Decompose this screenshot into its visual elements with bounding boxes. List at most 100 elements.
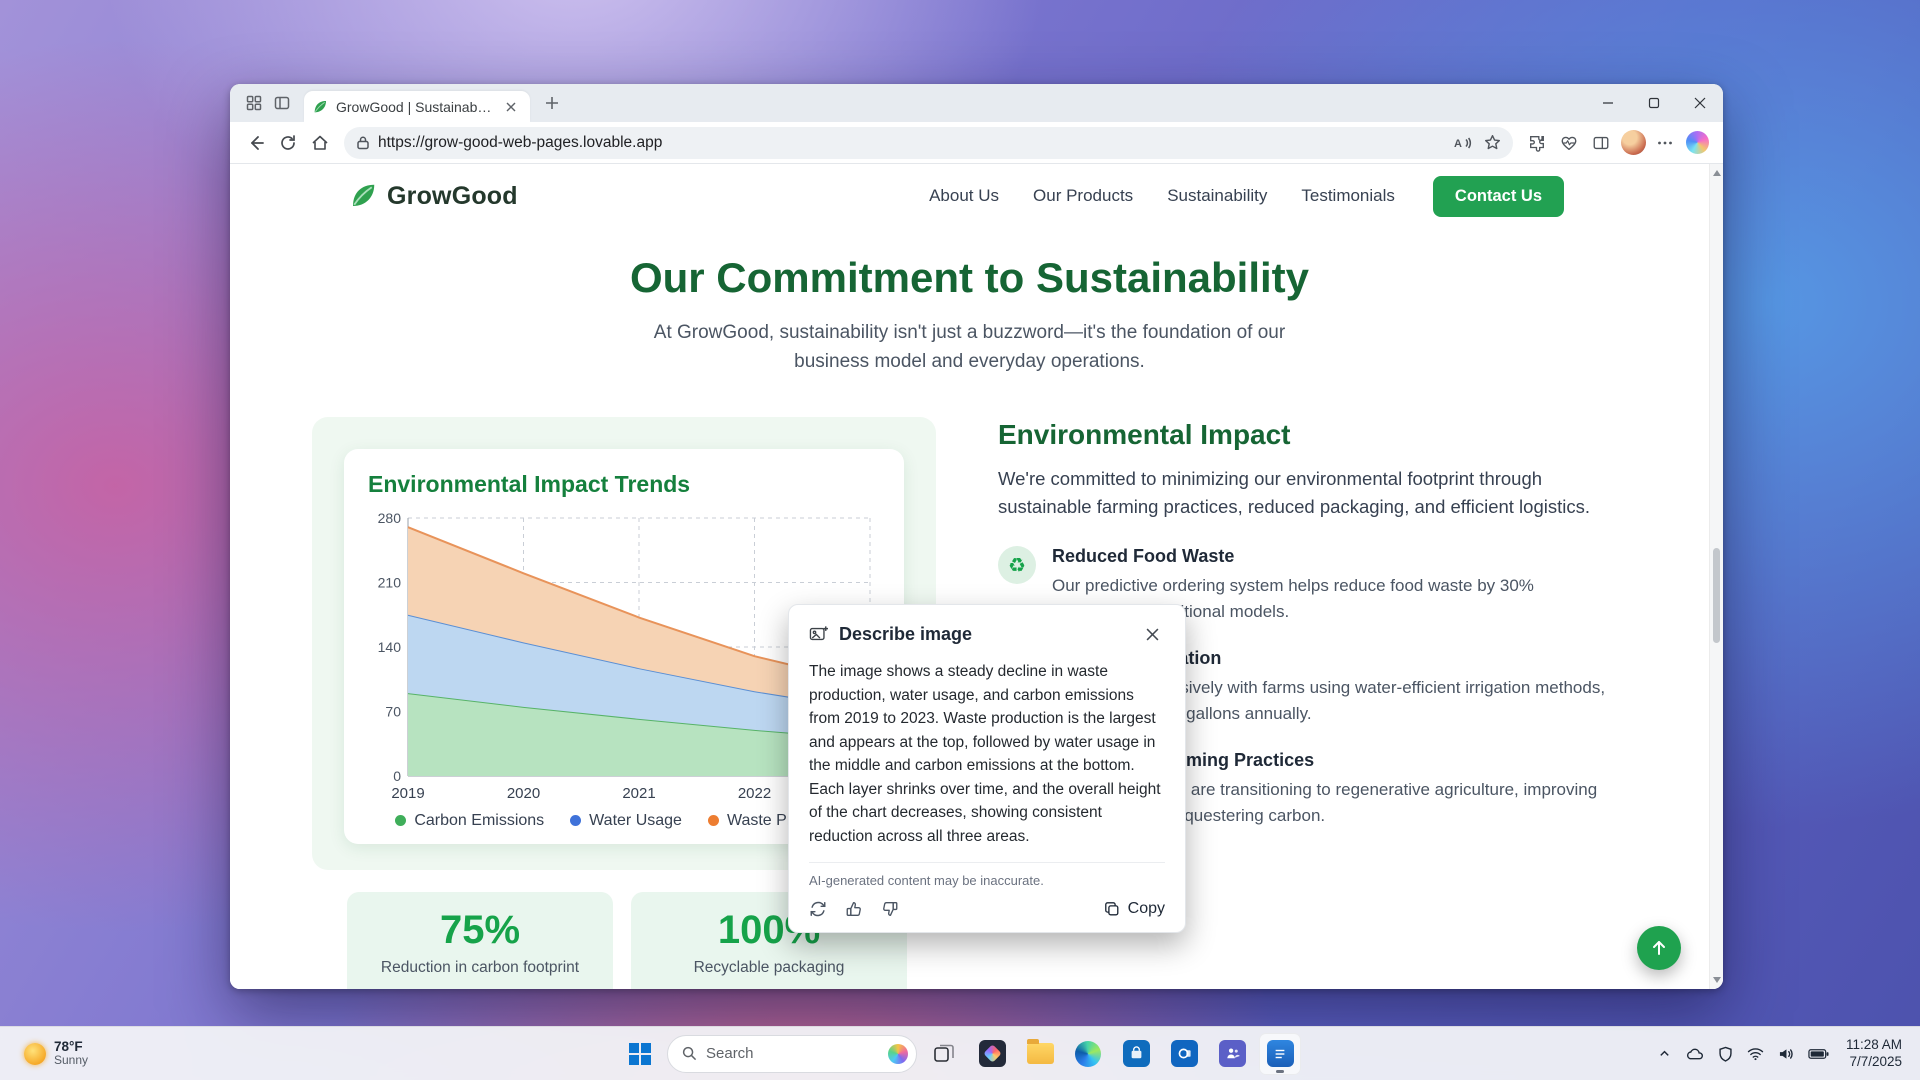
stat-label: Reduction in carbon footprint bbox=[347, 959, 613, 977]
legend-label: Carbon Emissions bbox=[414, 812, 544, 830]
nav-link-about[interactable]: About Us bbox=[929, 186, 999, 206]
feature-title: Reduced Food Waste bbox=[1052, 546, 1610, 567]
profile-avatar[interactable] bbox=[1617, 127, 1649, 159]
nav-link-products[interactable]: Our Products bbox=[1033, 186, 1133, 206]
minimize-button[interactable] bbox=[1585, 84, 1631, 122]
browser-window: GrowGood | Sustainable Agri-Foo bbox=[230, 84, 1723, 989]
legend-dot-icon bbox=[708, 815, 719, 826]
search-icon bbox=[682, 1046, 697, 1061]
back-icon[interactable] bbox=[240, 127, 272, 159]
site-logo[interactable]: GrowGood bbox=[348, 181, 518, 211]
workspaces-icon[interactable] bbox=[268, 89, 296, 117]
taskbar-app-outlook[interactable] bbox=[1163, 1033, 1205, 1075]
svg-text:210: 210 bbox=[378, 574, 402, 590]
taskbar-search[interactable]: Search bbox=[667, 1035, 917, 1073]
settings-more-icon[interactable] bbox=[1649, 127, 1681, 159]
copilot-icon[interactable] bbox=[1681, 127, 1713, 159]
favorites-star-icon[interactable] bbox=[1484, 134, 1501, 151]
legend-item: Water Usage bbox=[570, 812, 682, 830]
new-tab-button[interactable] bbox=[538, 89, 566, 117]
window-controls bbox=[1585, 84, 1723, 122]
section-title: Environmental Impact bbox=[998, 419, 1610, 451]
sun-icon bbox=[24, 1043, 46, 1065]
svg-text:2020: 2020 bbox=[507, 785, 540, 802]
read-aloud-icon[interactable]: A bbox=[1454, 135, 1472, 151]
weather-widget[interactable]: 78°F Sunny bbox=[14, 1034, 98, 1073]
browser-tab[interactable]: GrowGood | Sustainable Agri-Foo bbox=[304, 91, 530, 122]
leaf-logo-icon bbox=[348, 181, 378, 211]
taskbar-app-file-explorer[interactable] bbox=[1019, 1033, 1061, 1075]
section-intro: We're committed to minimizing our enviro… bbox=[998, 465, 1610, 521]
regenerate-icon[interactable] bbox=[809, 900, 827, 918]
svg-text:2021: 2021 bbox=[622, 785, 655, 802]
svg-text:2019: 2019 bbox=[391, 785, 424, 802]
search-highlights-icon bbox=[888, 1044, 908, 1064]
legend-dot-icon bbox=[570, 815, 581, 826]
page-scrollbar bbox=[1709, 164, 1723, 989]
security-shield-icon[interactable] bbox=[1713, 1036, 1738, 1072]
onedrive-cloud-icon[interactable] bbox=[1680, 1036, 1709, 1072]
start-button[interactable] bbox=[619, 1033, 661, 1075]
contact-us-button[interactable]: Contact Us bbox=[1433, 176, 1564, 217]
avatar bbox=[1621, 130, 1646, 155]
copy-button[interactable]: Copy bbox=[1104, 900, 1165, 918]
popup-title: Describe image bbox=[839, 624, 972, 645]
scroll-to-top-button[interactable] bbox=[1637, 926, 1681, 970]
chart-title: Environmental Impact Trends bbox=[368, 471, 880, 498]
clock-time: 11:28 AM bbox=[1846, 1037, 1902, 1054]
site-nav-links: About Us Our Products Sustainability Tes… bbox=[929, 186, 1395, 206]
extensions-icon[interactable] bbox=[1521, 127, 1553, 159]
svg-text:280: 280 bbox=[378, 510, 402, 526]
site-info-lock-icon[interactable] bbox=[356, 135, 370, 150]
address-bar[interactable]: https://grow-good-web-pages.lovable.app … bbox=[344, 127, 1513, 159]
tab-title: GrowGood | Sustainable Agri-Foo bbox=[336, 99, 492, 115]
weather-temp: 78°F bbox=[54, 1039, 83, 1055]
tray-chevron-up-icon[interactable] bbox=[1653, 1036, 1676, 1072]
page-title: Our Commitment to Sustainability bbox=[230, 254, 1709, 302]
tab-actions-icon[interactable] bbox=[240, 89, 268, 117]
scrollbar-up-icon[interactable] bbox=[1710, 166, 1723, 180]
legend-label: Water Usage bbox=[589, 812, 682, 830]
taskbar-app-word[interactable] bbox=[1259, 1033, 1301, 1075]
browser-tab-strip: GrowGood | Sustainable Agri-Foo bbox=[230, 84, 1723, 122]
describe-image-icon bbox=[809, 625, 829, 643]
taskbar-app-task-view[interactable] bbox=[923, 1033, 965, 1075]
scrollbar-thumb[interactable] bbox=[1713, 548, 1720, 643]
site-header: GrowGood About Us Our Products Sustainab… bbox=[230, 164, 1709, 228]
browser-toolbar: https://grow-good-web-pages.lovable.app … bbox=[230, 122, 1723, 164]
refresh-icon[interactable] bbox=[272, 127, 304, 159]
thumbs-up-icon[interactable] bbox=[845, 900, 863, 918]
weather-condition: Sunny bbox=[54, 1054, 88, 1068]
stat-card: 75% Reduction in carbon footprint bbox=[347, 892, 613, 989]
volume-icon[interactable] bbox=[1773, 1036, 1799, 1072]
search-label: Search bbox=[706, 1045, 879, 1062]
stat-value: 75% bbox=[347, 908, 613, 953]
windows-logo-icon bbox=[629, 1043, 651, 1065]
nav-link-testimonials[interactable]: Testimonials bbox=[1301, 186, 1395, 206]
close-button[interactable] bbox=[1677, 84, 1723, 122]
taskbar: 78°F Sunny Search bbox=[0, 1026, 1920, 1080]
svg-text:140: 140 bbox=[378, 639, 402, 655]
taskbar-app-teams[interactable] bbox=[1211, 1033, 1253, 1075]
clock-date: 7/7/2025 bbox=[1849, 1054, 1902, 1071]
taskbar-app-edge[interactable] bbox=[1067, 1033, 1109, 1075]
home-icon[interactable] bbox=[304, 127, 336, 159]
scrollbar-down-icon[interactable] bbox=[1710, 973, 1723, 987]
battery-icon[interactable] bbox=[1803, 1036, 1834, 1072]
thumbs-down-icon[interactable] bbox=[881, 900, 899, 918]
popup-close-icon[interactable] bbox=[1139, 621, 1165, 647]
folder-icon bbox=[1027, 1043, 1054, 1064]
taskbar-clock[interactable]: 11:28 AM 7/7/2025 bbox=[1838, 1034, 1910, 1074]
tab-close-icon[interactable] bbox=[500, 96, 522, 118]
taskbar-app-photos[interactable] bbox=[971, 1033, 1013, 1075]
copy-label: Copy bbox=[1128, 900, 1165, 918]
site-favicon-leaf-icon bbox=[312, 99, 328, 115]
page-subtitle: At GrowGood, sustainability isn't just a… bbox=[625, 318, 1315, 377]
popup-body-text: The image shows a steady decline in wast… bbox=[809, 660, 1165, 848]
maximize-button[interactable] bbox=[1631, 84, 1677, 122]
browser-essentials-icon[interactable] bbox=[1553, 127, 1585, 159]
nav-link-sustainability[interactable]: Sustainability bbox=[1167, 186, 1267, 206]
split-screen-icon[interactable] bbox=[1585, 127, 1617, 159]
wifi-icon[interactable] bbox=[1742, 1036, 1769, 1072]
taskbar-app-store[interactable] bbox=[1115, 1033, 1157, 1075]
